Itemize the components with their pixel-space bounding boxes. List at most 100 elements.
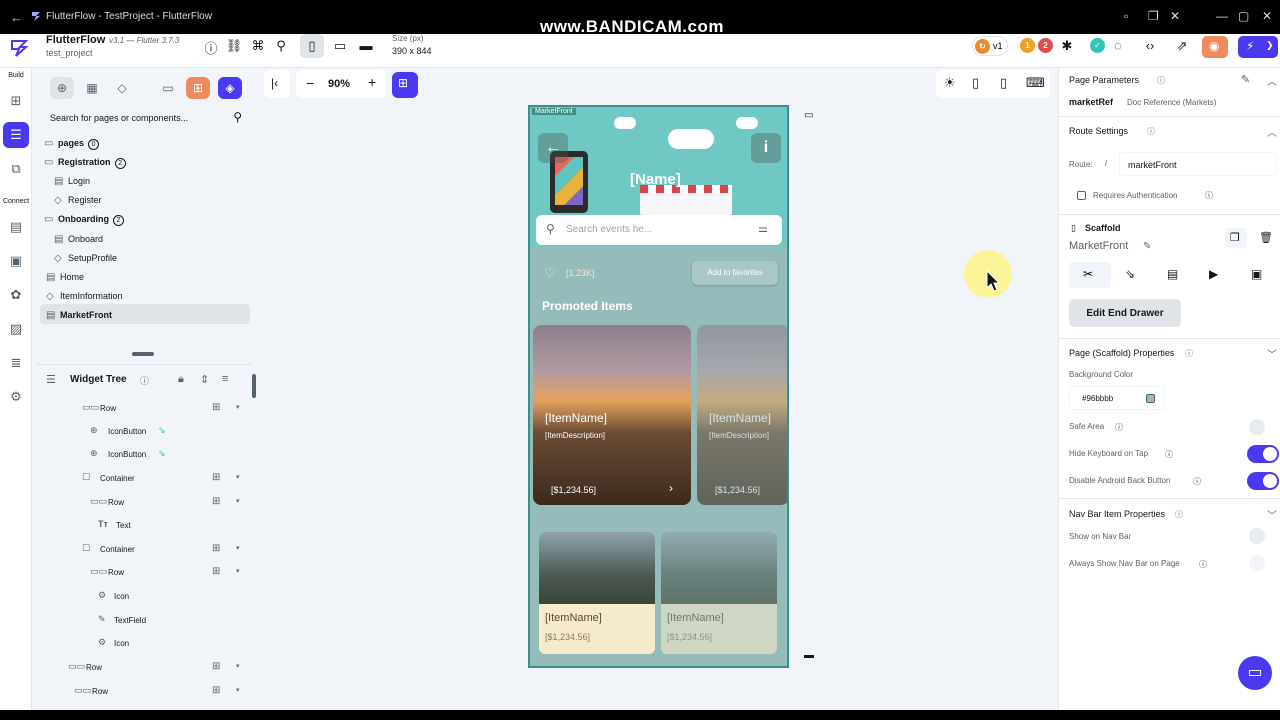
page-register[interactable]: ◇ Register [54,191,102,209]
add-widget-icon[interactable]: ⊞ [7,92,25,110]
add-child-icon[interactable]: ⊞ [212,472,220,483]
nav-bar-properties-title[interactable]: Nav Bar Item Properties [1069,509,1165,519]
tablet-icon[interactable]: ▭ [331,38,349,54]
media-icon[interactable]: ▨ [7,320,25,338]
tab-properties[interactable]: ✂ [1069,262,1111,288]
chevron-up-icon[interactable]: ︿ [1267,124,1277,139]
background-color-input[interactable]: #96bbbb [1069,386,1165,410]
caret-icon[interactable]: ▾ [236,544,240,552]
show-on-nav-toggle[interactable] [1249,528,1265,544]
search-icon[interactable]: ⚲ [272,38,290,54]
settings-icon[interactable]: ⚙ [7,388,25,406]
integrations-icon[interactable]: ✿ [7,286,25,304]
page-setupprofile[interactable]: ◇ SetupProfile [54,249,117,267]
filter-icon[interactable]: ≡ [222,373,228,385]
phone-icon[interactable]: ▯ [303,38,321,54]
add-child-icon[interactable]: ⊞ [212,661,220,672]
device-rotate-icon[interactable]: ▯ [1000,75,1007,91]
widget-container[interactable]: ☐ Container ⊞ ▾ [36,468,252,490]
add-child-icon[interactable]: ⊞ [212,402,220,413]
filter-icon[interactable]: ⚌ [758,222,768,235]
rec-restore-icon[interactable]: ▢ [1238,9,1249,23]
caret-icon[interactable]: ▾ [236,497,240,505]
new-folder-icon[interactable]: ▭ [156,77,180,99]
support-chat-button[interactable]: ▭ [1238,656,1272,690]
chevron-down-icon[interactable]: ﹀ [1267,507,1277,522]
add-component-icon[interactable]: ◈ [218,77,242,99]
zoom-in-icon[interactable]: + [368,74,376,90]
page-onboard[interactable]: ▤ Onboard [54,230,103,248]
promoted-card[interactable]: [ItemName] [ItemDescription] [$1,234.56]… [533,325,691,505]
back-arrow-icon[interactable]: ← [10,10,23,25]
theme-tab-icon[interactable]: ◇ [110,77,134,99]
rec-minimize-icon[interactable]: — [1216,9,1228,23]
color-swatch[interactable] [1146,394,1155,403]
add-child-icon[interactable]: ⊞ [212,543,220,554]
desktop-icon[interactable]: ▬ [357,38,375,53]
widget-icon[interactable]: ⚙ Icon [36,633,252,655]
edit-end-drawer-button[interactable]: Edit End Drawer [1069,299,1181,327]
item-card[interactable]: [ItemName] [$1,234.56] [661,532,777,654]
route-input[interactable]: marketFront [1119,152,1277,176]
command-icon[interactable]: ⌘ [249,38,267,54]
page-login[interactable]: ▤ Login [54,172,90,190]
tab-actions-icon[interactable]: ⇘ [1125,267,1135,281]
caret-icon[interactable]: ▾ [236,662,240,670]
page-marketfront[interactable]: ▤ MarketFront [46,306,112,324]
page-home[interactable]: ▤ Home [46,268,84,286]
route-settings-title[interactable]: Route Settings [1069,126,1128,136]
phone-preview[interactable]: ← i [Name] MarketFront ⚲ Search events h… [528,105,789,668]
info-button[interactable]: i [751,133,781,163]
ai-generate-button[interactable]: ⊞ [392,72,418,98]
caret-icon[interactable]: ▾ [236,403,240,411]
lock-icon[interactable]: 🔒︎ [178,373,184,386]
close-icon[interactable]: ✕ [1170,9,1180,23]
disable-back-toggle[interactable] [1247,472,1279,490]
chevron-right-icon[interactable]: › [669,481,673,495]
hide-keyboard-toggle[interactable] [1247,445,1279,463]
components-icon[interactable]: ⧉ [7,160,25,178]
page-iteminformation[interactable]: ◇ ItemInformation [46,287,123,305]
back-button[interactable]: ← [538,133,568,163]
add-child-icon[interactable]: ⊞ [212,496,220,507]
panel-resize-handle[interactable] [132,352,154,356]
comments-icon[interactable]: ◌ [1109,38,1127,53]
device-frame-icon[interactable]: ▯ [972,75,979,91]
link-icon[interactable]: ⛓ [225,38,243,54]
widget-row[interactable]: ▭▭ Row ⊞ ▾ [36,681,252,703]
version-pill[interactable]: ↻ v1 [972,36,1008,56]
safe-area-toggle[interactable] [1249,419,1265,435]
keyboard-icon[interactable]: ⌨ [1026,75,1045,91]
widget-iconbutton[interactable]: ⊕ IconButton ⇘ [36,444,252,466]
zoom-out-icon[interactable]: − [306,75,314,91]
always-show-nav-toggle[interactable] [1249,555,1265,571]
market-search-field[interactable]: ⚲ Search events he... ⚌ [536,215,782,245]
help-icon[interactable]: ⓘ [202,38,220,57]
expand-icon[interactable]: ⇕ [200,373,209,386]
copy-widget-button[interactable]: ❐ [1225,228,1247,248]
add-child-icon[interactable]: ⊞ [212,566,220,577]
light-mode-icon[interactable]: ☀ [944,75,956,91]
widget-row[interactable]: ▭▭ Row ⊞ ▾ [36,562,252,584]
delete-icon[interactable]: 🗑︎ [1259,231,1273,244]
components-tab-icon[interactable]: ▦ [80,77,104,99]
item-card[interactable]: [ItemName] [$1,234.56] [539,532,655,654]
check-icon[interactable]: ✓ [1090,38,1105,53]
folder-onboarding[interactable]: ▭ Onboarding 2 [44,210,124,228]
widget-iconbutton[interactable]: ⊕ IconButton ⇘ [36,421,252,443]
edit-name-icon[interactable]: ✎ [1143,241,1151,252]
collapse-panel-button[interactable]: |‹ [264,70,290,98]
widget-row[interactable]: ▭▭ Row ⊞ ▾ [36,492,252,514]
widget-row[interactable]: ▭▭ Row ⊞ ▾ [36,657,252,679]
folder-pages[interactable]: ▭ pages 0 [44,134,100,152]
tab-backend-icon[interactable]: ▤ [1167,267,1178,281]
caret-icon[interactable]: ▾ [236,473,240,481]
widget-container[interactable]: ☐ Container ⊞ ▾ [36,539,252,561]
scrollbar-thumb[interactable] [252,374,256,398]
promoted-card[interactable]: [ItemName] [ItemDescription] [$1,234.56] [697,325,787,505]
edit-icon[interactable]: ✎ [1241,73,1250,86]
add-to-favorites-button[interactable]: Add to favorites [692,261,778,285]
heart-icon[interactable]: ♡ [544,265,556,281]
preview-button[interactable]: ◉ [1202,36,1228,58]
error-count-badge[interactable]: 2 [1038,38,1053,53]
